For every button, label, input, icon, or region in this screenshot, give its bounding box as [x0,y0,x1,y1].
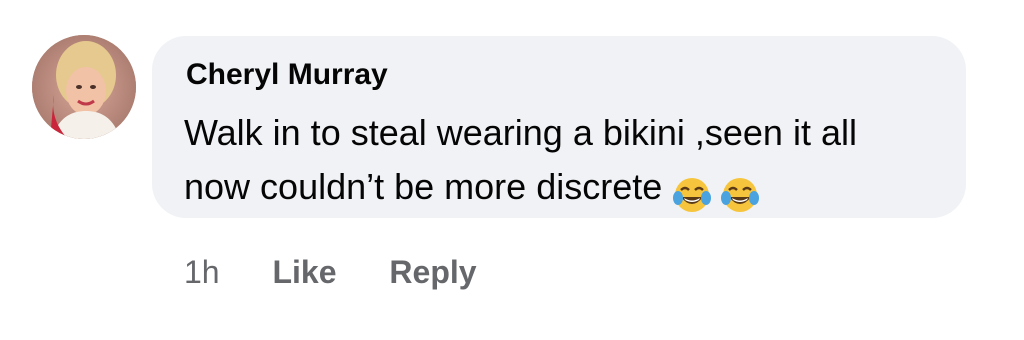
comment-author[interactable]: Cheryl Murray [186,58,388,92]
reply-button[interactable]: Reply [389,254,476,291]
comment-timestamp[interactable]: 1h [184,254,220,291]
profile-photo [32,35,136,139]
avatar[interactable] [32,35,136,139]
face-with-tears-of-joy-icon [673,178,712,213]
comment-actions: 1h Like Reply [184,254,521,291]
like-button[interactable]: Like [272,254,336,291]
comment-text: Walk in to steal wearing a bikini ,seen … [184,106,954,220]
emoji-row [672,166,768,220]
comment-text-line: now couldn’t be more discrete [184,160,954,220]
comment-text-line: Walk in to steal wearing a bikini ,seen … [184,112,857,153]
face-with-tears-of-joy-icon [721,178,760,213]
comment-text-line-content: now couldn’t be more discrete [184,166,663,207]
comment-bubble: Cheryl Murray Walk in to steal wearing a… [152,36,966,218]
